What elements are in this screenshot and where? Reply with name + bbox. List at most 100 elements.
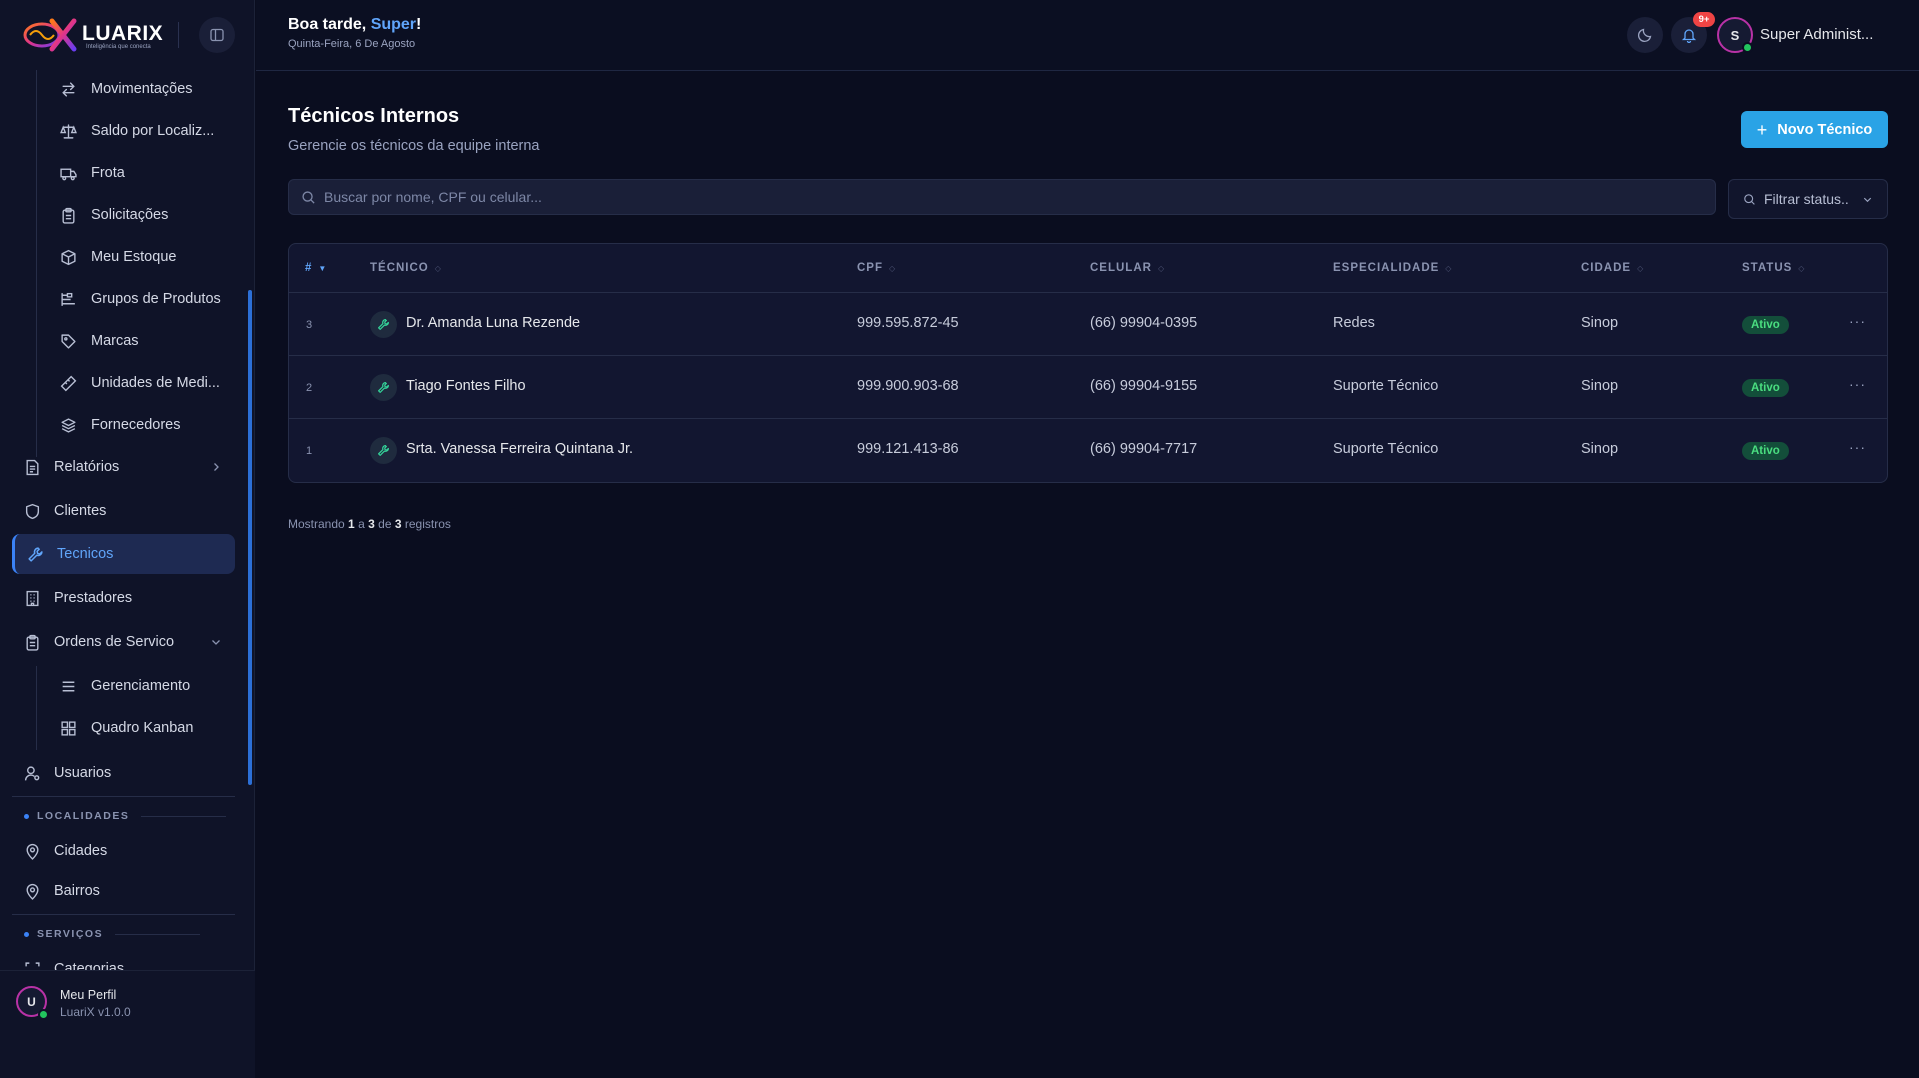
column-header-id[interactable]: # ▼ xyxy=(305,262,327,274)
sidebar-item-marcas[interactable]: Marcas xyxy=(60,322,235,360)
row-id: 1 xyxy=(306,445,313,457)
box-icon xyxy=(61,249,76,265)
row-id: 3 xyxy=(306,319,313,331)
sidebar-item-grupos-produtos[interactable]: Grupos de Produtos xyxy=(60,280,235,318)
column-header-especialidade[interactable]: ESPECIALIDADE ◇ xyxy=(1333,262,1452,274)
sidebar-item-usuarios[interactable]: Usuarios xyxy=(24,753,234,793)
page-title: Técnicos Internos xyxy=(288,105,460,127)
sidebar-scrollbar[interactable] xyxy=(248,290,252,785)
sort-desc-icon: ▼ xyxy=(318,263,328,273)
brand: LUARIX Inteligência que conecta xyxy=(0,0,255,70)
group-icon xyxy=(61,292,75,306)
top-header: Boa tarde, Super! Quinta-Feira, 6 De Ago… xyxy=(256,0,1919,71)
table-row[interactable]: 3 Dr. Amanda Luna Rezende 999.595.872-45… xyxy=(289,293,1887,356)
cpf-cell: 999.900.903-68 xyxy=(857,378,959,394)
sidebar-item-saldo-localizacao[interactable]: Saldo por Localiz... xyxy=(60,112,235,150)
more-actions-icon[interactable]: ··· xyxy=(1849,439,1866,455)
section-dot xyxy=(24,931,29,937)
profile-footer[interactable]: U Meu Perfil LuariX v1.0.0 xyxy=(0,970,255,1078)
search-icon xyxy=(302,190,315,204)
table-row[interactable]: 2 Tiago Fontes Filho 999.900.903-68 (66)… xyxy=(289,356,1887,419)
table-row[interactable]: 1 Srta. Vanessa Ferreira Quintana Jr. 99… xyxy=(289,419,1887,482)
search-input[interactable] xyxy=(324,189,1704,205)
sidebar-item-bairros[interactable]: Bairros xyxy=(24,871,234,911)
submenu-guide-line xyxy=(36,70,37,457)
map-pin-icon xyxy=(26,843,39,860)
status-filter-select[interactable]: Filtrar status.. xyxy=(1728,179,1888,219)
status-badge: Ativo xyxy=(1742,379,1789,397)
greeting: Boa tarde, Super! xyxy=(288,16,422,33)
sidebar-item-frota[interactable]: Frota xyxy=(60,154,235,192)
technician-name: Tiago Fontes Filho xyxy=(406,378,526,394)
technicians-table: # ▼ TÉCNICO ◇ CPF ◇ CELULAR ◇ ESPECIALIDADE ◇… xyxy=(288,243,1888,483)
more-actions-icon[interactable]: ··· xyxy=(1849,376,1866,392)
layers-icon xyxy=(61,417,76,433)
pagination-summary: Mostrando 1 a 3 de 3 registros xyxy=(288,517,451,531)
sidebar-item-fornecedores[interactable]: Fornecedores xyxy=(60,406,235,444)
wrench-icon xyxy=(370,374,397,401)
phone-cell: (66) 99904-0395 xyxy=(1090,315,1198,331)
sidebar-item-clientes[interactable]: Clientes xyxy=(24,491,234,531)
greeting-user-name: Super xyxy=(370,16,417,33)
sidebar-item-meu-estoque[interactable]: Meu Estoque xyxy=(60,238,235,276)
technician-name: Dr. Amanda Luna Rezende xyxy=(406,315,581,331)
column-header-celular[interactable]: CELULAR ◇ xyxy=(1090,262,1165,274)
user-menu[interactable]: Super Administ... xyxy=(1760,26,1873,43)
chevron-down-icon xyxy=(212,640,220,645)
sidebar-item-relatorios[interactable]: Relatórios xyxy=(24,447,234,487)
chevron-down-icon xyxy=(1863,197,1872,202)
collapse-sidebar-button[interactable] xyxy=(199,17,235,53)
online-status-dot xyxy=(1742,42,1753,53)
specialty-cell: Suporte Técnico xyxy=(1333,441,1439,457)
truck-icon xyxy=(60,168,77,180)
specialty-cell: Redes xyxy=(1333,315,1375,331)
section-divider xyxy=(12,796,235,797)
section-line xyxy=(141,815,227,817)
arrows-swap-icon xyxy=(62,81,75,97)
sidebar-toggle-icon xyxy=(210,28,224,42)
logo-tagline: Inteligência que conecta xyxy=(86,44,151,50)
tag-icon xyxy=(61,333,76,349)
theme-toggle-button[interactable] xyxy=(1627,17,1663,53)
report-icon xyxy=(26,459,39,475)
column-header-cpf[interactable]: CPF ◇ xyxy=(857,262,896,274)
sort-icon: ◇ xyxy=(1445,263,1453,273)
kanban-icon xyxy=(61,720,76,736)
map-pin-icon xyxy=(26,883,39,900)
section-title-localidades: LOCALIDADES xyxy=(24,810,227,822)
sidebar-item-prestadores[interactable]: Prestadores xyxy=(24,578,234,618)
search-icon xyxy=(1744,193,1755,205)
search-box xyxy=(288,179,1716,215)
sidebar-item-movimentacoes[interactable]: Movimentações xyxy=(60,70,235,108)
phone-cell: (66) 99904-9155 xyxy=(1090,378,1198,394)
city-cell: Sinop xyxy=(1581,378,1619,394)
clipboard-icon xyxy=(62,207,75,224)
building-icon xyxy=(26,590,39,606)
sidebar: LUARIX Inteligência que conecta Moviment… xyxy=(0,0,255,1078)
sidebar-item-ordens-servico[interactable]: Ordens de Servico xyxy=(24,622,234,662)
technician-name: Srta. Vanessa Ferreira Quintana Jr. xyxy=(406,441,634,457)
sidebar-item-solicitacoes[interactable]: Solicitações xyxy=(60,196,235,234)
logo[interactable]: LUARIX Inteligência que conecta xyxy=(22,18,163,52)
section-title-servicos: SERVIÇOS xyxy=(24,928,201,940)
sidebar-item-gerenciamento[interactable]: Gerenciamento xyxy=(60,667,235,705)
column-header-cidade[interactable]: CIDADE ◇ xyxy=(1581,262,1644,274)
sidebar-nav: Movimentações Saldo por Localiz... Frota… xyxy=(0,70,255,970)
scan-icon xyxy=(25,961,40,966)
wrench-icon xyxy=(370,437,397,464)
more-actions-icon[interactable]: ··· xyxy=(1849,313,1866,329)
scale-icon xyxy=(60,123,77,139)
new-technician-button[interactable]: + Novo Técnico xyxy=(1741,111,1888,148)
column-header-status[interactable]: STATUS ◇ xyxy=(1742,262,1805,274)
sidebar-item-unidades-medida[interactable]: Unidades de Medi... xyxy=(60,364,235,402)
column-header-tecnico[interactable]: TÉCNICO ◇ xyxy=(370,262,442,274)
sidebar-item-categorias[interactable]: Categorias xyxy=(24,949,234,970)
shield-icon xyxy=(25,503,40,519)
logo-mark-icon xyxy=(23,18,77,52)
sidebar-item-tecnicos[interactable]: Tecnicos xyxy=(12,534,235,574)
notifications-badge: 9+ xyxy=(1693,12,1715,27)
notifications-button[interactable]: 9+ xyxy=(1671,12,1715,53)
table-header: # ▼ TÉCNICO ◇ CPF ◇ CELULAR ◇ ESPECIALIDADE ◇… xyxy=(289,244,1887,293)
sidebar-item-quadro-kanban[interactable]: Quadro Kanban xyxy=(60,709,235,747)
sidebar-item-cidades[interactable]: Cidades xyxy=(24,831,234,871)
